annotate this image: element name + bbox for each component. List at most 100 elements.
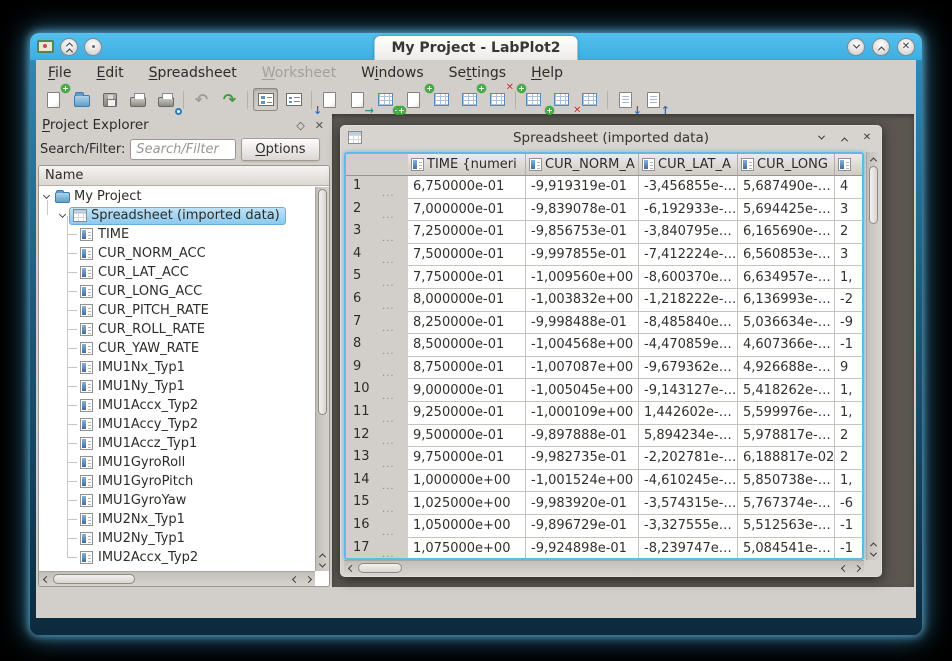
row-header[interactable]: 2... <box>346 199 408 222</box>
toggle-project-explorer-button[interactable] <box>253 88 278 111</box>
cell[interactable]: -2 <box>835 289 864 312</box>
cell[interactable]: -6 <box>835 492 864 515</box>
cell[interactable]: 5,850738e-… <box>738 470 835 493</box>
undo-button[interactable]: ↶ <box>189 88 214 111</box>
cell[interactable]: 5,512563e-… <box>738 515 835 538</box>
cell[interactable]: -8,600370e… <box>639 266 738 289</box>
menu-windows[interactable]: Windows <box>361 65 424 81</box>
tree-item-column[interactable]: IMU1Accz_Typ1 <box>39 434 315 453</box>
tree-item-column[interactable]: IMU1Accx_Typ2 <box>39 396 315 415</box>
expand-arrow-icon[interactable] <box>43 192 50 199</box>
cell[interactable]: 6,750000e-01 <box>408 176 526 199</box>
new-project-button[interactable]: + <box>41 88 66 111</box>
cell[interactable]: 6,188817e-02 <box>738 447 835 470</box>
cell[interactable]: -8,239747e… <box>639 538 738 561</box>
tree-item-column[interactable]: CUR_LAT_ACC <box>39 263 315 282</box>
menu-spreadsheet[interactable]: Spreadsheet <box>149 65 237 81</box>
row-header[interactable]: 14... <box>346 470 408 493</box>
cell[interactable]: -4,610245e-… <box>639 470 738 493</box>
tree-item-column[interactable]: CUR_NORM_ACC <box>39 244 315 263</box>
row-header[interactable]: 5... <box>346 266 408 289</box>
cell[interactable]: -1,003832e+00 <box>526 289 639 312</box>
cell[interactable]: 5,687490e-… <box>738 176 835 199</box>
import-data-button[interactable]: ↓ <box>317 88 342 111</box>
tree-item-my-project[interactable]: My Project <box>39 187 315 206</box>
remove-column-button[interactable]: ✕ <box>485 88 510 111</box>
cell[interactable]: 2 <box>835 447 864 470</box>
cell[interactable]: 3 <box>835 244 864 267</box>
tree-item-spreadsheet[interactable]: Spreadsheet (imported data) <box>39 206 315 225</box>
float-panel-button[interactable]: ◇ <box>296 119 304 132</box>
cell[interactable]: -9,896729e-01 <box>526 515 639 538</box>
cell[interactable]: -1,004568e+00 <box>526 334 639 357</box>
cell[interactable]: 7,000000e-01 <box>408 199 526 222</box>
cell[interactable]: -1,001524e+00 <box>526 470 639 493</box>
cell[interactable]: 5,767374e-… <box>738 492 835 515</box>
row-header[interactable]: 1... <box>346 176 408 199</box>
tree-item-column[interactable]: CUR_PITCH_RATE <box>39 301 315 320</box>
cell[interactable]: 1, <box>835 379 864 402</box>
cell[interactable]: 5,978817e-… <box>738 425 835 448</box>
insert-column-right-button[interactable]: + <box>457 88 482 111</box>
cell[interactable]: -1,009560e+00 <box>526 266 639 289</box>
maximize-window-button[interactable] <box>837 131 851 145</box>
row-header[interactable]: 9... <box>346 357 408 380</box>
cell[interactable]: -9,856753e-01 <box>526 221 639 244</box>
cell[interactable]: -9,897888e-01 <box>526 425 639 448</box>
tree-horizontal-scrollbar[interactable] <box>39 571 315 586</box>
sheet-horizontal-scrollbar[interactable] <box>344 560 864 575</box>
row-header[interactable]: 10... <box>346 379 408 402</box>
options-button[interactable]: Options <box>241 138 319 161</box>
tree-item-column[interactable]: IMU1Accy_Typ2 <box>39 415 315 434</box>
cell[interactable]: 8,250000e-01 <box>408 312 526 335</box>
cell[interactable]: -9,143127e-… <box>639 379 738 402</box>
cell[interactable]: 9 <box>835 357 864 380</box>
tree-item-column[interactable]: TIME <box>39 225 315 244</box>
column-header[interactable]: CUR_NORM_A <box>526 154 639 176</box>
cell[interactable]: 5,084541e-… <box>738 538 835 561</box>
maximize-button[interactable] <box>872 38 890 56</box>
sort-ascending-button[interactable]: ↑ <box>641 88 666 111</box>
tree-item-column[interactable]: IMU1Ny_Typ1 <box>39 377 315 396</box>
cell[interactable]: 5,599976e-… <box>738 402 835 425</box>
menu-file[interactable]: File <box>48 65 71 81</box>
cell[interactable]: -9,679362e… <box>639 357 738 380</box>
corner-header-cell[interactable] <box>346 154 408 176</box>
cell[interactable]: -1 <box>835 334 864 357</box>
open-project-button[interactable] <box>69 88 94 111</box>
cell[interactable]: 8,750000e-01 <box>408 357 526 380</box>
tree-item-column[interactable]: IMU2Nx_Typ1 <box>39 510 315 529</box>
cell[interactable]: 7,250000e-01 <box>408 221 526 244</box>
menu-settings[interactable]: Settings <box>449 65 506 81</box>
menu-edit[interactable]: Edit <box>96 65 123 81</box>
cell[interactable]: 9,750000e-01 <box>408 447 526 470</box>
row-header[interactable]: 12... <box>346 425 408 448</box>
expand-arrow-icon[interactable] <box>59 211 66 218</box>
cell[interactable]: 1,025000e+00 <box>408 492 526 515</box>
cell[interactable]: 9,250000e-01 <box>408 402 526 425</box>
cell[interactable]: 1,000000e+00 <box>408 470 526 493</box>
cell[interactable]: -9,982735e-01 <box>526 447 639 470</box>
cell[interactable]: 2 <box>835 221 864 244</box>
cell[interactable]: -9 <box>835 312 864 335</box>
cell[interactable]: 8,000000e-01 <box>408 289 526 312</box>
tree-header-name[interactable]: Name <box>39 166 329 186</box>
insert-row-below-button[interactable]: + <box>549 88 574 111</box>
selected-tree-item[interactable]: Spreadsheet (imported data) <box>69 207 286 225</box>
save-project-button[interactable] <box>97 88 122 111</box>
cell[interactable]: -3,840795e… <box>639 221 738 244</box>
cell[interactable]: 1,050000e+00 <box>408 515 526 538</box>
row-header[interactable]: 16... <box>346 515 408 538</box>
row-header[interactable]: 15... <box>346 492 408 515</box>
cell[interactable]: 4,607366e-… <box>738 334 835 357</box>
new-column-button[interactable]: + <box>401 88 426 111</box>
minimize-button[interactable] <box>847 38 865 56</box>
cell[interactable]: 1, <box>835 402 864 425</box>
sort-descending-button[interactable]: ↓ <box>613 88 638 111</box>
cell[interactable]: 8,500000e-01 <box>408 334 526 357</box>
cell[interactable]: 6,165690e-… <box>738 221 835 244</box>
labplot-app-icon[interactable] <box>37 40 54 53</box>
insert-column-left-button[interactable]: + <box>429 88 454 111</box>
cell[interactable]: -2,202781e-… <box>639 447 738 470</box>
cell[interactable]: -1,000109e+00 <box>526 402 639 425</box>
